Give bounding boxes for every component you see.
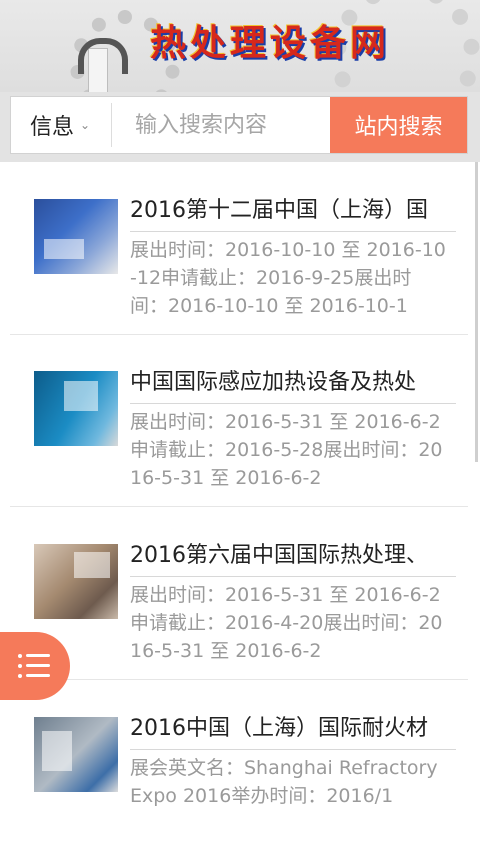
item-description: 展会英文名：Shanghai Refractory Expo 2016举办时间：… xyxy=(130,757,438,807)
item-description: 展出时间：2016-5-31 至 2016-6-2申请截止：2016-4-20展… xyxy=(130,584,443,662)
list-item[interactable]: 2016中国（上海）国际耐火材 展会英文名：Shanghai Refractor… xyxy=(10,680,468,852)
list-item[interactable]: 2016第十二届中国（上海）国 展出时间：2016-10-10 至 2016-1… xyxy=(10,162,468,335)
chevron-down-icon: ⌄ xyxy=(79,118,91,132)
thumbnail-image xyxy=(34,544,118,619)
thumbnail-image xyxy=(34,717,118,792)
category-label: 信息 xyxy=(29,115,74,140)
item-description: 展出时间：2016-5-31 至 2016-6-2申请截止：2016-5-28展… xyxy=(130,411,443,489)
scrollbar[interactable] xyxy=(475,162,478,462)
list-item[interactable]: 中国国际感应加热设备及热处 展出时间：2016-5-31 至 2016-6-2申… xyxy=(10,334,468,507)
header-banner: 热处理设备网 xyxy=(0,0,480,92)
item-description: 展出时间：2016-10-10 至 2016-10-12申请截止：2016-9-… xyxy=(130,239,446,317)
search-box: 信息 ⌄ 站内搜索 xyxy=(10,96,468,154)
item-title: 2016第六届中国国际热处理、 xyxy=(130,539,456,577)
menu-icon xyxy=(18,654,50,678)
site-title: 热处理设备网 xyxy=(150,22,391,64)
search-input[interactable] xyxy=(121,97,359,153)
logo-arch xyxy=(78,38,128,74)
list-item[interactable]: 2016第六届中国国际热处理、 展出时间：2016-5-31 至 2016-6-… xyxy=(10,507,468,680)
item-title: 2016第十二届中国（上海）国 xyxy=(130,194,456,232)
category-select[interactable]: 信息 ⌄ xyxy=(11,97,109,153)
item-title: 2016中国（上海）国际耐火材 xyxy=(130,712,456,750)
menu-button[interactable] xyxy=(0,632,70,700)
thumbnail-image xyxy=(34,199,118,274)
thumbnail-image xyxy=(34,371,118,446)
search-button[interactable]: 站内搜索 xyxy=(330,97,467,153)
item-title: 中国国际感应加热设备及热处 xyxy=(130,366,456,404)
search-bar: 信息 ⌄ 站内搜索 xyxy=(0,92,480,162)
divider xyxy=(111,103,112,147)
